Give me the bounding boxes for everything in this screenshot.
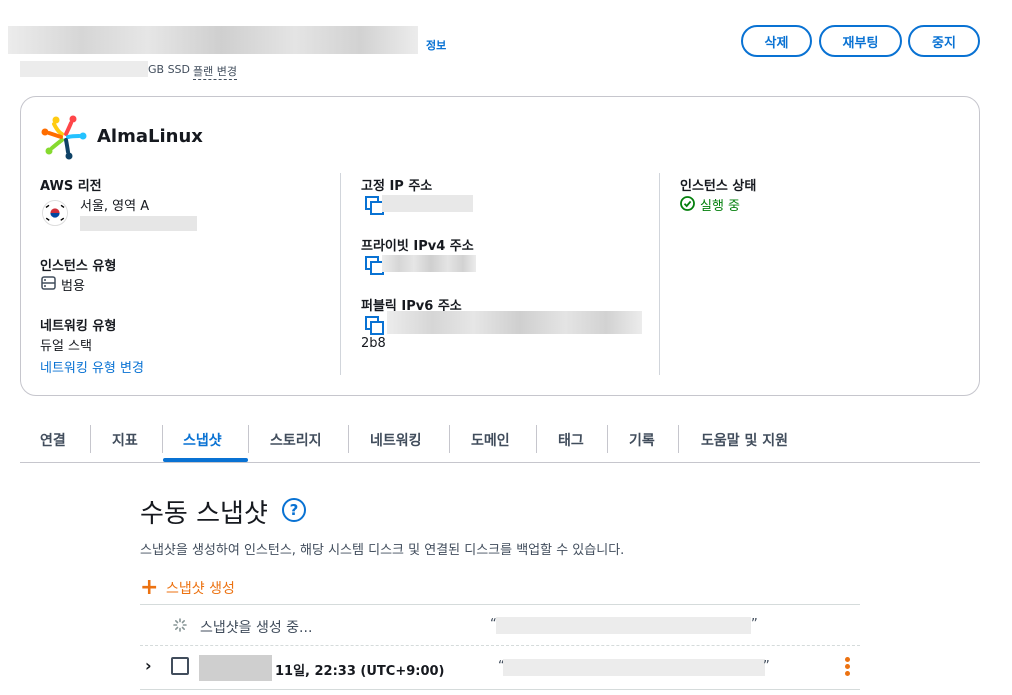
public-ipv6-suffix: 2b8 (361, 336, 386, 351)
static-ip-label: 고정 IP 주소 (361, 179, 433, 194)
region-detail-redacted (80, 216, 197, 231)
reboot-button[interactable]: 재부팅 (819, 25, 902, 57)
row-divider (140, 604, 860, 605)
tab-separator (90, 425, 91, 453)
section-title: 수동 스냅샷 (140, 499, 268, 529)
tab-separator (607, 425, 608, 453)
networking-type-value: 듀얼 스택 (40, 339, 92, 354)
tab-separator (536, 425, 537, 453)
plan-change-link[interactable]: 플랜 변경 (193, 63, 237, 80)
static-ip-redacted (382, 195, 473, 212)
more-actions-icon[interactable] (845, 657, 851, 679)
tab-separator (678, 425, 679, 453)
tab-domains[interactable]: 도메인 (471, 430, 510, 450)
snapshot-date-redacted (199, 655, 272, 681)
quote-close: ” (763, 659, 770, 674)
tab-separator (162, 425, 163, 453)
loading-spinner-icon (173, 618, 187, 632)
tab-history[interactable]: 기록 (629, 430, 655, 450)
expand-chevron-icon[interactable]: › (145, 656, 152, 675)
region-label: AWS 리전 (40, 179, 102, 194)
section-description: 스냅샷을 생성하여 인스턴스, 해당 시스템 디스크 및 연결된 디스크를 백업… (140, 543, 625, 558)
creating-snapshot-status: 스냅샷을 생성 중... (200, 620, 313, 636)
disk-spec-text: GB SSD (148, 63, 191, 76)
os-name: AlmaLinux (97, 126, 203, 147)
tab-separator (449, 425, 450, 453)
quote-close: ” (751, 617, 758, 632)
create-snapshot-link[interactable]: 스냅샷 생성 (166, 578, 235, 598)
snapshot-name-redacted (496, 617, 751, 634)
tab-separator (348, 425, 349, 453)
tabs-bottom-border (20, 462, 980, 463)
column-divider (340, 173, 341, 375)
help-icon[interactable]: ? (282, 498, 306, 522)
instance-name-redacted (8, 26, 418, 54)
instance-state-label: 인스턴스 상태 (680, 179, 757, 194)
region-value: 서울, 영역 A (80, 199, 150, 214)
tab-networking[interactable]: 네트워킹 (370, 430, 422, 450)
almalinux-logo-icon (41, 115, 87, 160)
tab-snapshots[interactable]: 스냅샷 (183, 430, 222, 450)
tab-separator (248, 425, 249, 453)
tab-connect[interactable]: 연결 (40, 430, 66, 450)
tab-storage[interactable]: 스토리지 (270, 430, 322, 450)
instance-state-value: 실행 중 (700, 199, 741, 214)
copy-icon[interactable] (365, 316, 384, 335)
korea-flag-icon (42, 200, 68, 226)
copy-icon[interactable] (365, 196, 384, 215)
info-link[interactable]: 정보 (426, 37, 446, 53)
snapshot-checkbox[interactable] (171, 657, 189, 675)
networking-type-label: 네트워킹 유형 (40, 319, 117, 334)
instance-type-value: 범용 (61, 279, 85, 294)
plus-icon[interactable]: + (140, 577, 158, 599)
row-divider (140, 645, 860, 646)
tab-tags[interactable]: 태그 (558, 430, 584, 450)
networking-type-change-link[interactable]: 네트워킹 유형 변경 (40, 357, 144, 376)
snapshot-date: 11일, 22:33 (UTC+9:00) (275, 664, 445, 679)
check-circle-icon (680, 196, 695, 211)
private-ipv4-redacted (382, 255, 476, 272)
tab-help-support[interactable]: 도움말 및 지원 (701, 430, 788, 450)
copy-icon[interactable] (365, 256, 384, 275)
delete-button[interactable]: 삭제 (741, 25, 812, 57)
disk-spec-redacted (20, 61, 148, 77)
private-ipv4-label: 프라이빗 IPv4 주소 (361, 239, 474, 254)
column-divider (659, 173, 660, 375)
tab-metrics[interactable]: 지표 (112, 430, 138, 450)
stop-button[interactable]: 중지 (908, 25, 980, 57)
server-icon (41, 276, 56, 290)
snapshot-name-redacted (503, 659, 765, 676)
public-ipv6-redacted (387, 311, 642, 334)
row-divider (140, 689, 860, 690)
instance-type-label: 인스턴스 유형 (40, 259, 117, 274)
